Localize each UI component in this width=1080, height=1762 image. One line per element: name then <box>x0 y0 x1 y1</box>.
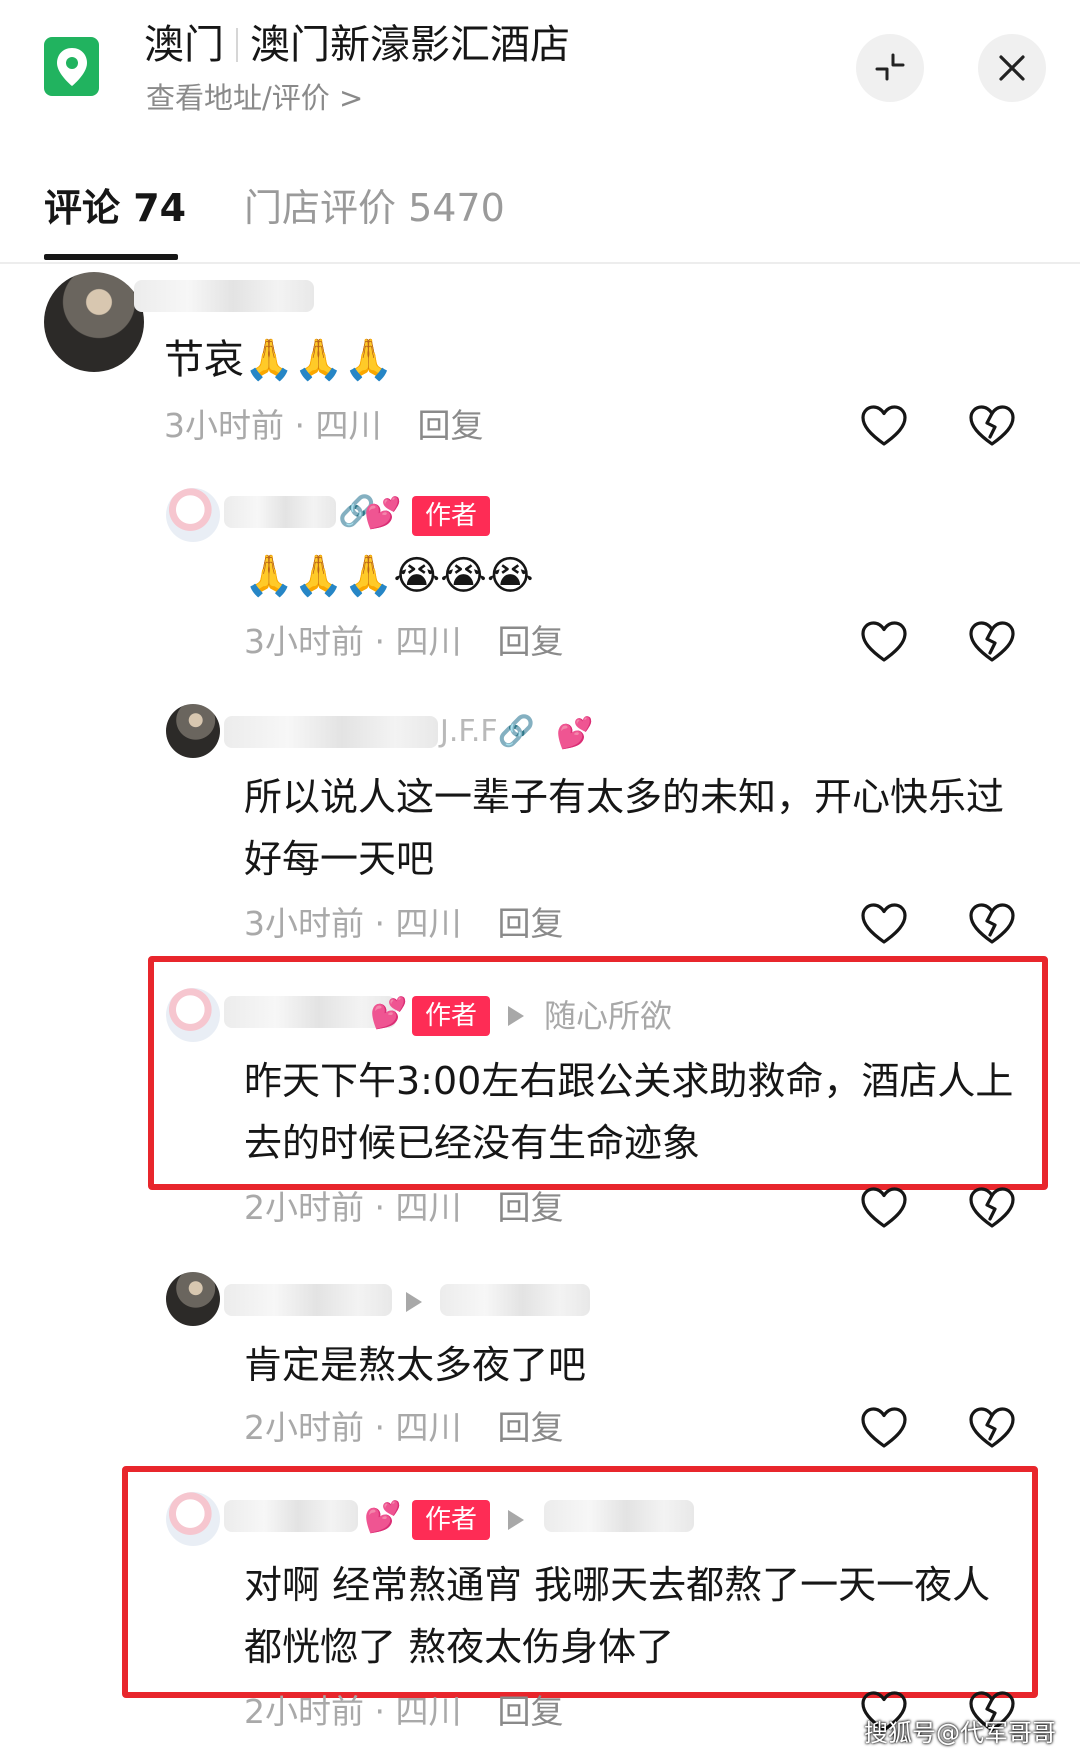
avatar[interactable] <box>166 488 220 542</box>
avatar[interactable] <box>166 704 220 758</box>
comment-text: 🙏🙏🙏😭😭😭 <box>244 553 534 599</box>
hearts-decoration-icon: 💕 <box>364 1500 402 1535</box>
reply-arrow-icon <box>508 1510 524 1530</box>
city-label: 澳门 <box>144 22 224 68</box>
reply-button[interactable]: 回复 <box>497 904 563 943</box>
comment-text: 所以说人这一辈子有太多的未知，开心快乐过好每一天吧 <box>244 775 1005 881</box>
like-heart-icon[interactable] <box>860 1186 908 1230</box>
reply-to-username-blurred[interactable] <box>544 1500 694 1532</box>
location-title[interactable]: 澳门 澳门新濠影汇酒店 <box>144 20 570 70</box>
minimize-button[interactable] <box>856 34 924 102</box>
dislike-broken-heart-icon[interactable] <box>968 902 1016 946</box>
reply-to-username[interactable]: 随心所欲 <box>544 996 672 1036</box>
username-blurred[interactable] <box>224 1500 358 1532</box>
reply-button[interactable]: 回复 <box>497 1408 563 1447</box>
avatar[interactable] <box>166 1492 220 1546</box>
comment-time-location: 3小时前 · 四川 <box>244 904 462 943</box>
tab-store-reviews[interactable]: 门店评价 5470 <box>244 180 505 236</box>
comment-meta: 2小时前 · 四川 回复 <box>244 1406 563 1450</box>
comment-time-location: 3小时前 · 四川 <box>164 406 382 445</box>
close-button[interactable] <box>978 34 1046 102</box>
comment-text: 肯定是熬太多夜了吧 <box>244 1343 587 1387</box>
reply-button[interactable]: 回复 <box>497 1692 563 1731</box>
hotel-name: 澳门新濠影汇酒店 <box>250 22 570 68</box>
reply-button[interactable]: 回复 <box>417 406 483 445</box>
comment-time-location: 3小时前 · 四川 <box>244 622 462 661</box>
watermark: 搜狐号@代军哥哥 <box>864 1719 1056 1747</box>
username-blurred[interactable] <box>224 1284 392 1316</box>
reply-arrow-icon <box>508 1006 524 1026</box>
comment-text: 对啊 经常熬通宵 我哪天去都熬了一天一夜人都恍惚了 熬夜太伤身体了 <box>244 1563 991 1669</box>
hearts-decoration-icon: 💕 <box>370 996 408 1031</box>
comment-meta: 3小时前 · 四川 回复 <box>244 620 563 664</box>
view-address-reviews-link[interactable]: 查看地址/评价 > <box>146 78 363 118</box>
comment-text: 昨天下午3:00左右跟公关求助救命，酒店人上去的时候已经没有生命迹象 <box>244 1059 1014 1165</box>
username-blurred[interactable] <box>224 496 336 528</box>
reply-button[interactable]: 回复 <box>497 622 563 661</box>
like-heart-icon[interactable] <box>860 404 908 448</box>
author-badge: 作者 <box>412 1500 490 1540</box>
tab-comments[interactable]: 评论 74 <box>44 180 186 236</box>
hearts-decoration-icon: 💕 <box>364 496 402 531</box>
reply-button[interactable]: 回复 <box>497 1188 563 1227</box>
like-heart-icon[interactable] <box>860 1406 908 1450</box>
comment-time-location: 2小时前 · 四川 <box>244 1408 462 1447</box>
like-heart-icon[interactable] <box>860 902 908 946</box>
dislike-broken-heart-icon[interactable] <box>968 1186 1016 1230</box>
comment-time-location: 2小时前 · 四川 <box>244 1692 462 1731</box>
tabs-divider <box>0 262 1080 264</box>
username-blurred[interactable] <box>224 716 438 748</box>
username-suffix: J.F.F🔗 <box>440 714 535 749</box>
location-header: 澳门 澳门新濠影汇酒店 查看地址/评价 > <box>0 0 1080 150</box>
username-blurred[interactable] <box>134 280 314 312</box>
close-icon <box>999 55 1025 81</box>
author-badge: 作者 <box>412 496 490 536</box>
comment-text: 节哀🙏🙏🙏 <box>164 337 394 383</box>
comment-meta: 3小时前 · 四川 回复 <box>244 902 563 946</box>
comment-time-location: 2小时前 · 四川 <box>244 1188 462 1227</box>
avatar[interactable] <box>166 988 220 1042</box>
comment-meta: 2小时前 · 四川 回复 <box>244 1690 563 1734</box>
dislike-broken-heart-icon[interactable] <box>968 1406 1016 1450</box>
minimize-icon <box>875 53 905 81</box>
hearts-decoration-icon: 💕 <box>556 716 594 751</box>
active-tab-indicator <box>44 254 178 260</box>
like-heart-icon[interactable] <box>860 620 908 664</box>
avatar[interactable] <box>44 272 144 372</box>
title-separator <box>236 28 238 62</box>
dislike-broken-heart-icon[interactable] <box>968 404 1016 448</box>
avatar[interactable] <box>166 1272 220 1326</box>
reply-to-username-blurred[interactable] <box>440 1284 590 1316</box>
comment-meta: 2小时前 · 四川 回复 <box>244 1186 563 1230</box>
comment-meta: 3小时前 · 四川 回复 <box>164 404 483 448</box>
location-pin-icon[interactable] <box>44 37 99 96</box>
author-badge: 作者 <box>412 996 490 1036</box>
dislike-broken-heart-icon[interactable] <box>968 620 1016 664</box>
reply-arrow-icon <box>406 1292 422 1312</box>
